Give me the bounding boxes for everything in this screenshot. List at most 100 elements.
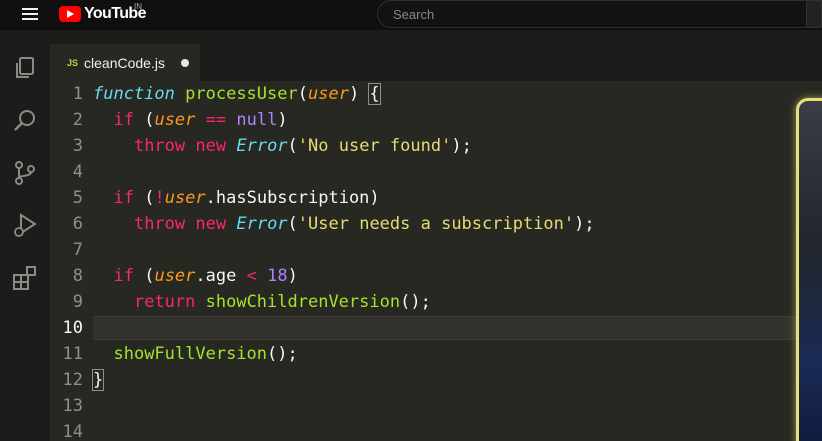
source-control-icon bbox=[11, 159, 39, 187]
code-token: Error bbox=[236, 136, 288, 156]
code-token: .age bbox=[195, 266, 247, 286]
code-line[interactable]: 10 bbox=[50, 315, 822, 341]
line-number: 6 bbox=[72, 214, 83, 234]
code-line[interactable]: 2 if (user == null) bbox=[50, 107, 822, 133]
code-token: ) bbox=[348, 84, 370, 104]
code-token: ( bbox=[297, 84, 308, 104]
code-line[interactable]: 12} bbox=[50, 367, 822, 393]
code-line[interactable]: 11 showFullVersion(); bbox=[50, 341, 822, 367]
country-code: IN bbox=[134, 2, 142, 11]
code-token: 'No user found' bbox=[297, 136, 452, 156]
code-text: function processUser(user) { bbox=[93, 81, 381, 107]
explorer-icon bbox=[11, 54, 39, 82]
code-token: new bbox=[195, 214, 227, 234]
youtube-logo[interactable]: YouTube bbox=[59, 5, 146, 23]
code-line[interactable]: 14 bbox=[50, 419, 822, 441]
code-text: if (user.age < 18) bbox=[93, 263, 297, 289]
code-line[interactable]: 6 throw new Error('User needs a subscrip… bbox=[50, 211, 822, 237]
line-number: 5 bbox=[72, 188, 83, 208]
code-line[interactable]: 13 bbox=[50, 393, 822, 419]
code-token: null bbox=[236, 110, 278, 130]
extensions-icon bbox=[11, 264, 39, 292]
code-token: .hasSubscription) bbox=[205, 188, 380, 208]
video-player[interactable]: JS cleanCode.js 1 function processUser(us… bbox=[0, 30, 822, 441]
code-token: (); bbox=[267, 344, 298, 364]
code-editor[interactable]: 1 function processUser(user) {2 if (user … bbox=[50, 81, 822, 441]
code-token: processUser bbox=[185, 84, 298, 104]
code-token: if bbox=[113, 188, 134, 208]
code-line[interactable]: 7 bbox=[50, 237, 822, 263]
code-token: (); bbox=[400, 292, 431, 312]
code-token: == bbox=[205, 110, 227, 130]
code-line[interactable]: 4 bbox=[50, 159, 822, 185]
code-token: ( bbox=[133, 188, 155, 208]
code-token: new bbox=[195, 136, 227, 156]
tab-filename: cleanCode.js bbox=[84, 54, 165, 71]
code-token: } bbox=[91, 369, 105, 391]
search-icon bbox=[11, 107, 39, 135]
line-number: 2 bbox=[72, 110, 83, 130]
line-number: 7 bbox=[72, 240, 83, 260]
line-number: 4 bbox=[72, 162, 83, 182]
activity-bar bbox=[0, 30, 50, 441]
code-text: showFullVersion(); bbox=[93, 341, 298, 367]
code-token: ( bbox=[287, 214, 298, 234]
code-line[interactable]: 3 throw new Error('No user found'); bbox=[50, 133, 822, 159]
code-token: user bbox=[154, 110, 196, 130]
code-token: showChildrenVersion bbox=[205, 292, 401, 312]
youtube-play-icon bbox=[59, 6, 81, 22]
screen: YouTube IN J bbox=[0, 0, 822, 441]
code-token: ) bbox=[277, 110, 288, 130]
code-token: { bbox=[368, 83, 381, 105]
code-token: function bbox=[93, 84, 175, 104]
code-token: user bbox=[307, 84, 349, 104]
code-token: ); bbox=[574, 214, 595, 234]
code-line[interactable]: 8 if (user.age < 18) bbox=[50, 263, 822, 289]
code-token: return bbox=[133, 292, 196, 312]
line-number: 8 bbox=[72, 266, 83, 286]
code-line[interactable]: 1 function processUser(user) { bbox=[50, 81, 822, 107]
code-text: throw new Error('No user found'); bbox=[93, 133, 472, 159]
youtube-header: YouTube IN bbox=[0, 0, 822, 30]
menu-icon[interactable] bbox=[22, 8, 38, 20]
line-number: 11 bbox=[62, 344, 83, 364]
code-text: if (!user.hasSubscription) bbox=[93, 185, 380, 211]
search-box[interactable] bbox=[377, 0, 807, 28]
code-text: throw new Error('User needs a subscripti… bbox=[93, 211, 595, 237]
code-token: 'User needs a subscription' bbox=[297, 214, 575, 234]
search-button[interactable] bbox=[806, 0, 822, 28]
code-token: ! bbox=[154, 188, 165, 208]
code-line[interactable]: 9 return showChildrenVersion(); bbox=[50, 289, 822, 315]
code-token: ( bbox=[133, 266, 155, 286]
code-token: < bbox=[246, 266, 257, 286]
line-number: 14 bbox=[62, 422, 83, 441]
code-token: ( bbox=[287, 136, 298, 156]
line-number: 13 bbox=[62, 396, 83, 416]
webcam-overlay bbox=[796, 98, 822, 441]
search-input[interactable] bbox=[391, 5, 806, 23]
code-token: 18 bbox=[267, 266, 288, 286]
code-token: ); bbox=[451, 136, 472, 156]
code-text: if (user == null) bbox=[93, 107, 288, 133]
line-number: 3 bbox=[72, 136, 83, 156]
code-token: if bbox=[113, 266, 134, 286]
code-token: user bbox=[164, 188, 206, 208]
code-token: if bbox=[113, 110, 134, 130]
unsaved-dot-icon[interactable] bbox=[181, 59, 189, 67]
tab-cleancode-js[interactable]: JS cleanCode.js bbox=[50, 44, 200, 81]
code-line[interactable]: 5 if (!user.hasSubscription) bbox=[50, 185, 822, 211]
code-text: } bbox=[91, 367, 105, 393]
code-token: showFullVersion bbox=[113, 344, 268, 364]
